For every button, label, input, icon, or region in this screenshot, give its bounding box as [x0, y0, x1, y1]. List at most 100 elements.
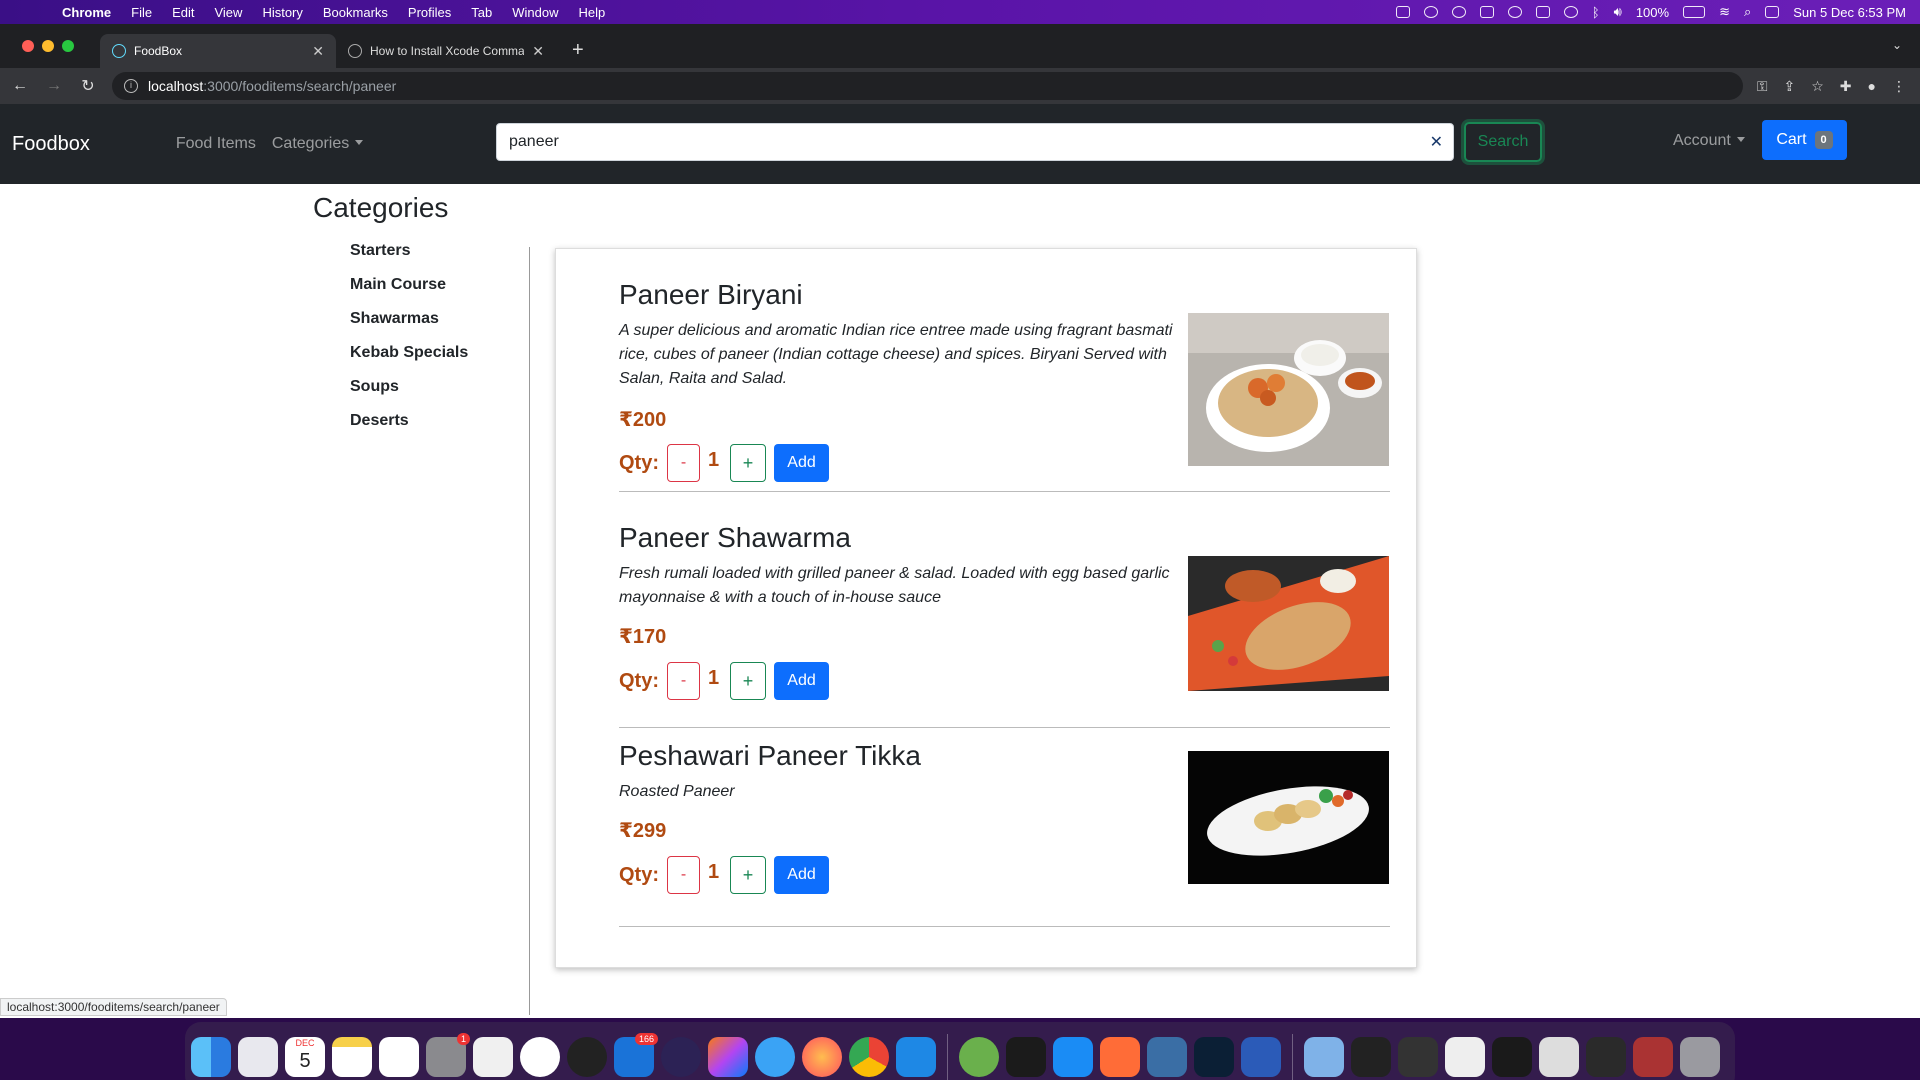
- downloads-folder-icon[interactable]: [1304, 1037, 1344, 1077]
- profile-avatar-icon[interactable]: ●: [1868, 78, 1876, 95]
- chrome-menu-icon[interactable]: ⋮: [1892, 78, 1906, 95]
- reload-icon[interactable]: ↻: [78, 76, 98, 96]
- launchpad-icon[interactable]: [238, 1037, 278, 1077]
- menubar-clock[interactable]: Sun 5 Dec 6:53 PM: [1793, 5, 1906, 20]
- volume-icon[interactable]: 🔊︎: [1614, 4, 1622, 20]
- cloud-status-icon[interactable]: [1479, 6, 1494, 18]
- site-info-icon[interactable]: i: [124, 79, 138, 93]
- forward-arrow-icon[interactable]: →: [44, 77, 64, 95]
- qty-increment-button[interactable]: +: [730, 444, 766, 482]
- play-status-icon[interactable]: [1563, 6, 1578, 18]
- tab-close-icon[interactable]: ✕: [532, 43, 544, 60]
- minimized-window-5[interactable]: [1539, 1037, 1579, 1077]
- vscode-icon[interactable]: [896, 1037, 936, 1077]
- accessibility-status-icon[interactable]: [1423, 6, 1438, 18]
- nav-food-items[interactable]: Food Items: [176, 135, 256, 153]
- qty-increment-button[interactable]: +: [730, 856, 766, 894]
- app-store-icon[interactable]: [1053, 1037, 1093, 1077]
- textedit-icon[interactable]: [473, 1037, 513, 1077]
- minimized-window-7[interactable]: [1633, 1037, 1673, 1077]
- back-arrow-icon[interactable]: ←: [10, 77, 30, 95]
- category-deserts[interactable]: Deserts: [350, 404, 528, 438]
- menu-profiles[interactable]: Profiles: [398, 5, 461, 20]
- menu-help[interactable]: Help: [569, 5, 616, 20]
- qty-increment-button[interactable]: +: [730, 662, 766, 700]
- system-preferences-icon[interactable]: 1: [426, 1033, 470, 1077]
- webex-icon[interactable]: [1194, 1037, 1234, 1077]
- minimized-window-3[interactable]: [1445, 1037, 1485, 1077]
- minimized-window-2[interactable]: [1398, 1037, 1438, 1077]
- vpn-status-icon[interactable]: [1507, 6, 1522, 18]
- menu-window[interactable]: Window: [502, 5, 568, 20]
- calendar-icon[interactable]: DEC 5: [285, 1037, 325, 1077]
- eclipse-icon[interactable]: [661, 1037, 701, 1077]
- android-studio-icon[interactable]: [520, 1037, 560, 1077]
- word-icon[interactable]: [1241, 1037, 1281, 1077]
- macos-dock: DEC 5 1 166: [185, 1022, 1735, 1080]
- search-status-icon[interactable]: [1451, 6, 1466, 18]
- clear-search-icon[interactable]: ✕: [1430, 132, 1443, 152]
- tab-foodbox[interactable]: FoodBox ✕: [100, 34, 336, 68]
- category-main-course[interactable]: Main Course: [350, 268, 528, 302]
- postman-icon[interactable]: [1100, 1037, 1140, 1077]
- extensions-puzzle-icon[interactable]: ✚: [1840, 78, 1852, 95]
- network-utility-icon[interactable]: [959, 1037, 999, 1077]
- close-window-button[interactable]: [22, 40, 34, 52]
- search-button[interactable]: Search: [1464, 122, 1542, 162]
- notes-icon[interactable]: [332, 1037, 372, 1077]
- reminders-icon[interactable]: [379, 1037, 419, 1077]
- obs-icon[interactable]: [567, 1037, 607, 1077]
- spotlight-search-icon[interactable]: ⌕: [1744, 4, 1751, 20]
- qty-decrement-button[interactable]: -: [667, 444, 700, 482]
- minimized-window-1[interactable]: [1351, 1037, 1391, 1077]
- add-to-cart-button[interactable]: Add: [774, 856, 829, 894]
- category-soups[interactable]: Soups: [350, 370, 528, 404]
- battery-icon[interactable]: [1683, 6, 1706, 18]
- qty-decrement-button[interactable]: -: [667, 856, 700, 894]
- bluetooth-icon[interactable]: ᛒ: [1592, 5, 1600, 20]
- cart-button[interactable]: Cart 0: [1762, 120, 1847, 160]
- activity-monitor-icon[interactable]: [1006, 1037, 1046, 1077]
- account-dropdown[interactable]: Account: [1673, 132, 1745, 150]
- menu-file[interactable]: File: [121, 5, 162, 20]
- new-tab-plus-icon[interactable]: +: [556, 39, 600, 68]
- add-to-cart-button[interactable]: Add: [774, 444, 829, 482]
- share-icon[interactable]: ⇪: [1784, 78, 1796, 95]
- brand-logo[interactable]: Foodbox: [12, 133, 90, 156]
- search-input[interactable]: paneer ✕: [496, 123, 1454, 161]
- bookmark-star-icon[interactable]: ☆: [1811, 78, 1824, 95]
- menu-view[interactable]: View: [204, 5, 252, 20]
- minimized-window-6[interactable]: [1586, 1037, 1626, 1077]
- menu-bookmarks[interactable]: Bookmarks: [313, 5, 398, 20]
- add-to-cart-button[interactable]: Add: [774, 662, 829, 700]
- category-kebab-specials[interactable]: Kebab Specials: [350, 336, 528, 370]
- qty-decrement-button[interactable]: -: [667, 662, 700, 700]
- category-shawarmas[interactable]: Shawarmas: [350, 302, 528, 336]
- tab-search-chevron-icon[interactable]: ⌄: [1892, 38, 1902, 52]
- intellij-icon[interactable]: [708, 1037, 748, 1077]
- nav-categories-dropdown[interactable]: Categories: [272, 135, 363, 153]
- zoom-window-button[interactable]: [62, 40, 74, 52]
- tab-xcode-article[interactable]: How to Install Xcode Command ✕: [336, 34, 556, 68]
- menu-app-chrome[interactable]: Chrome: [52, 5, 121, 20]
- chrome-icon[interactable]: [849, 1037, 889, 1077]
- control-center-icon[interactable]: [1765, 6, 1780, 18]
- password-key-icon[interactable]: ⚿: [1757, 78, 1768, 95]
- address-bar[interactable]: i localhost:3000/fooditems/search/paneer: [112, 72, 1743, 100]
- outlook-icon[interactable]: 166: [614, 1033, 658, 1077]
- menu-tab[interactable]: Tab: [461, 5, 502, 20]
- mysql-workbench-icon[interactable]: [1147, 1037, 1187, 1077]
- category-starters[interactable]: Starters: [350, 234, 528, 268]
- menu-edit[interactable]: Edit: [162, 5, 204, 20]
- weather-status-icon[interactable]: [1535, 6, 1550, 18]
- tab-close-icon[interactable]: ✕: [312, 43, 324, 60]
- safari-icon[interactable]: [755, 1037, 795, 1077]
- finder-icon[interactable]: [191, 1037, 231, 1077]
- minimized-window-4[interactable]: [1492, 1037, 1532, 1077]
- menu-history[interactable]: History: [252, 5, 312, 20]
- app-status-icon[interactable]: [1395, 6, 1410, 18]
- wifi-icon[interactable]: ≋: [1719, 4, 1730, 20]
- trash-icon[interactable]: [1680, 1037, 1720, 1077]
- minimize-window-button[interactable]: [42, 40, 54, 52]
- firefox-icon[interactable]: [802, 1037, 842, 1077]
